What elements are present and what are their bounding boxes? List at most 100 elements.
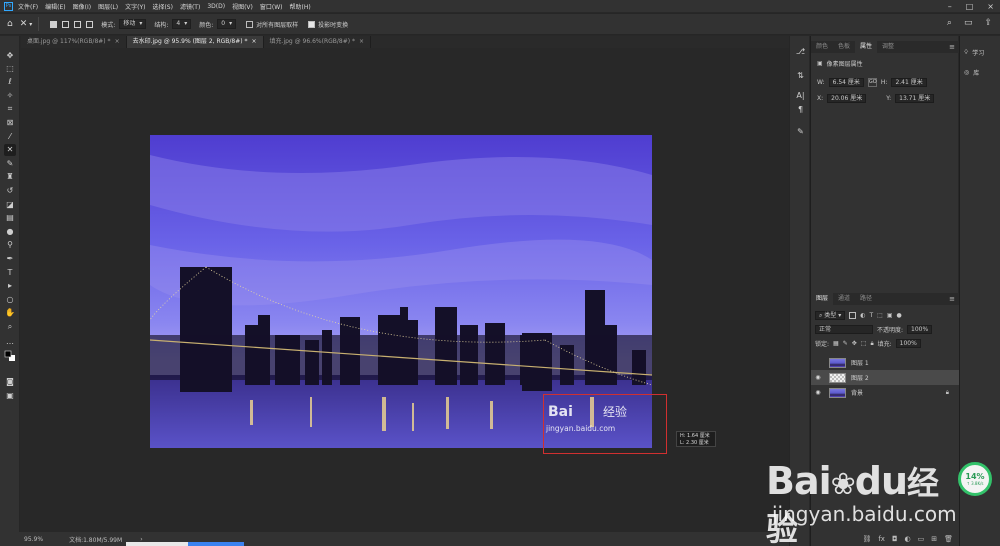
eraser-tool-icon[interactable]: ◪ bbox=[4, 199, 16, 211]
menu-type[interactable]: 文字(Y) bbox=[125, 2, 145, 11]
menu-3d[interactable]: 3D(D) bbox=[207, 3, 225, 10]
link-icon[interactable]: GO bbox=[867, 78, 877, 87]
menu-help[interactable]: 帮助(H) bbox=[290, 2, 311, 11]
network-monitor-badge[interactable]: 14% ↑ 3.8K/s bbox=[958, 462, 992, 496]
maximize-icon[interactable]: □ bbox=[966, 2, 974, 11]
photoshop-logo[interactable]: Ps bbox=[4, 1, 13, 11]
add-selection-icon[interactable] bbox=[62, 20, 70, 28]
gradient-tool-icon[interactable]: ▤ bbox=[4, 212, 16, 224]
path-selection-icon[interactable]: ▸ bbox=[4, 280, 16, 292]
menu-layer[interactable]: 图层(L) bbox=[98, 2, 118, 11]
trash-icon[interactable]: 🗑︎ bbox=[944, 535, 953, 543]
color-swatches-icon[interactable] bbox=[4, 350, 16, 362]
adjust-panel-icon[interactable]: ⇅ bbox=[795, 70, 806, 81]
tab-fill[interactable]: 填充.jpg @ 96.6%(RGB/8#) * × bbox=[264, 36, 372, 48]
mask-icon[interactable]: ◘ bbox=[892, 535, 898, 543]
lock-all-icon[interactable]: 🔒︎ bbox=[870, 340, 873, 348]
crop-tool-icon[interactable]: ⌗ bbox=[4, 103, 16, 115]
brush-settings-icon[interactable]: ✎ bbox=[795, 126, 806, 137]
lock-pixels-icon[interactable]: ✎ bbox=[843, 340, 848, 347]
adjustment-layer-icon[interactable]: ◐ bbox=[905, 535, 911, 543]
fx-icon[interactable]: fx bbox=[878, 535, 885, 543]
filter-type-icon[interactable]: T bbox=[869, 312, 873, 319]
panel-menu-icon[interactable]: ≡ bbox=[949, 293, 955, 305]
transform-on-drop-checkbox[interactable] bbox=[308, 20, 316, 28]
more-tools-icon[interactable]: … bbox=[4, 336, 16, 348]
move-tool-icon[interactable]: ✥ bbox=[4, 50, 16, 62]
lasso-tool-icon[interactable]: ℓ bbox=[4, 76, 16, 88]
content-aware-move-tool-icon[interactable]: ✕ bbox=[20, 19, 28, 29]
intersect-selection-icon[interactable] bbox=[86, 20, 94, 28]
hand-tool-icon[interactable]: ✋ bbox=[4, 307, 16, 319]
y-field[interactable]: 13.71 厘米 bbox=[895, 94, 935, 103]
blend-mode-select[interactable]: 正常 bbox=[815, 325, 873, 334]
type-tool-icon[interactable]: T bbox=[4, 267, 16, 279]
menu-image[interactable]: 图像(I) bbox=[73, 2, 91, 11]
filter-smart-icon[interactable]: ▣ bbox=[887, 312, 893, 319]
filter-toggle-icon[interactable]: ● bbox=[896, 312, 901, 319]
screen-mode-icon[interactable]: ▣ bbox=[4, 390, 16, 402]
chevron-down-icon[interactable]: ▾ bbox=[29, 21, 32, 28]
share-icon[interactable]: ⇪ bbox=[984, 18, 992, 28]
blur-tool-icon[interactable]: ● bbox=[4, 226, 16, 238]
zoom-level[interactable]: 95.9% bbox=[24, 536, 43, 543]
tab-channels[interactable]: 通道 bbox=[833, 293, 855, 305]
layer-row[interactable]: ◉ 背景 🔒︎ bbox=[811, 385, 959, 400]
workspace-icon[interactable]: ▭ bbox=[964, 18, 973, 28]
marquee-tool-icon[interactable]: ⬚ bbox=[4, 63, 16, 75]
close-icon[interactable]: × bbox=[115, 38, 120, 45]
menu-view[interactable]: 视图(V) bbox=[232, 2, 253, 11]
filter-shape-icon[interactable]: ⬚ bbox=[877, 312, 883, 319]
filter-kind-select[interactable]: ⌕ 类型 ▾ bbox=[815, 311, 846, 320]
frame-tool-icon[interactable]: ⊠ bbox=[4, 117, 16, 129]
selection-box[interactable] bbox=[543, 394, 667, 454]
sample-all-layers-checkbox[interactable] bbox=[246, 20, 254, 28]
lock-artboard-icon[interactable]: ⬚ bbox=[861, 340, 867, 347]
tab-layers[interactable]: 图层 bbox=[811, 293, 834, 305]
learn-button[interactable]: 💡︎ 学习 bbox=[964, 48, 984, 58]
stamp-tool-icon[interactable]: ♜ bbox=[4, 171, 16, 183]
paragraph-panel-icon[interactable]: ¶ bbox=[795, 104, 806, 115]
subtract-selection-icon[interactable] bbox=[74, 20, 82, 28]
menu-edit[interactable]: 编辑(E) bbox=[45, 2, 65, 11]
filter-pixel-icon[interactable] bbox=[849, 312, 857, 319]
shape-tool-icon[interactable]: ○ bbox=[4, 294, 16, 306]
minimize-icon[interactable]: – bbox=[948, 2, 952, 11]
search-icon[interactable]: ⌕ bbox=[947, 18, 952, 28]
lock-transparent-icon[interactable]: ▦ bbox=[833, 340, 839, 347]
tab-swatches[interactable]: 色板 bbox=[833, 41, 855, 53]
lock-position-icon[interactable]: ✥ bbox=[852, 340, 857, 347]
library-button[interactable]: ◎ 库 bbox=[964, 68, 979, 77]
canvas-area[interactable]: Bai 经验 jingyan.baidu.com H: 1.64 厘米 L: 2… bbox=[21, 48, 789, 532]
color-select[interactable]: 0 ▾ bbox=[217, 19, 237, 29]
link-layers-icon[interactable]: ⛓ bbox=[862, 535, 871, 543]
close-icon[interactable]: × bbox=[359, 38, 364, 45]
new-layer-icon[interactable]: ⊞ bbox=[931, 535, 937, 543]
close-icon[interactable]: × bbox=[987, 2, 994, 11]
zoom-tool-icon[interactable]: ⌕ bbox=[4, 321, 16, 333]
close-icon[interactable]: × bbox=[252, 38, 257, 45]
mode-select[interactable]: 移动 ▾ bbox=[119, 19, 147, 29]
layer-row[interactable]: 图层 1 bbox=[811, 355, 959, 370]
menu-filter[interactable]: 滤镜(T) bbox=[180, 2, 200, 11]
panel-menu-icon[interactable]: ≡ bbox=[949, 41, 955, 53]
opacity-field[interactable]: 100% bbox=[907, 325, 933, 334]
eye-icon[interactable]: ◉ bbox=[811, 374, 825, 381]
magic-wand-tool-icon[interactable]: ✧ bbox=[4, 90, 16, 102]
tab-adjustments[interactable]: 调整 bbox=[877, 41, 899, 53]
pen-tool-icon[interactable]: ✒ bbox=[4, 253, 16, 265]
brush-tool-icon[interactable]: ✎ bbox=[4, 158, 16, 170]
tab-properties[interactable]: 属性 bbox=[855, 41, 878, 53]
height-field[interactable]: 2.41 厘米 bbox=[891, 78, 927, 87]
width-field[interactable]: 6.54 厘米 bbox=[828, 78, 864, 87]
content-aware-move-tool-icon[interactable]: ✕ bbox=[4, 144, 16, 156]
history-brush-icon[interactable]: ↺ bbox=[4, 185, 16, 197]
eye-icon[interactable]: ◉ bbox=[811, 389, 825, 396]
layer-row[interactable]: ◉ 图层 2 bbox=[811, 370, 959, 385]
eyedropper-tool-icon[interactable]: ⁄ bbox=[4, 131, 16, 143]
home-icon[interactable]: ⌂ bbox=[7, 19, 13, 29]
fill-field[interactable]: 100% bbox=[895, 339, 921, 348]
menu-file[interactable]: 文件(F) bbox=[18, 2, 38, 11]
tab-desktop[interactable]: 桌面.jpg @ 117%(RGB/8#) * × bbox=[21, 36, 127, 48]
group-icon[interactable]: ▭ bbox=[918, 535, 925, 543]
